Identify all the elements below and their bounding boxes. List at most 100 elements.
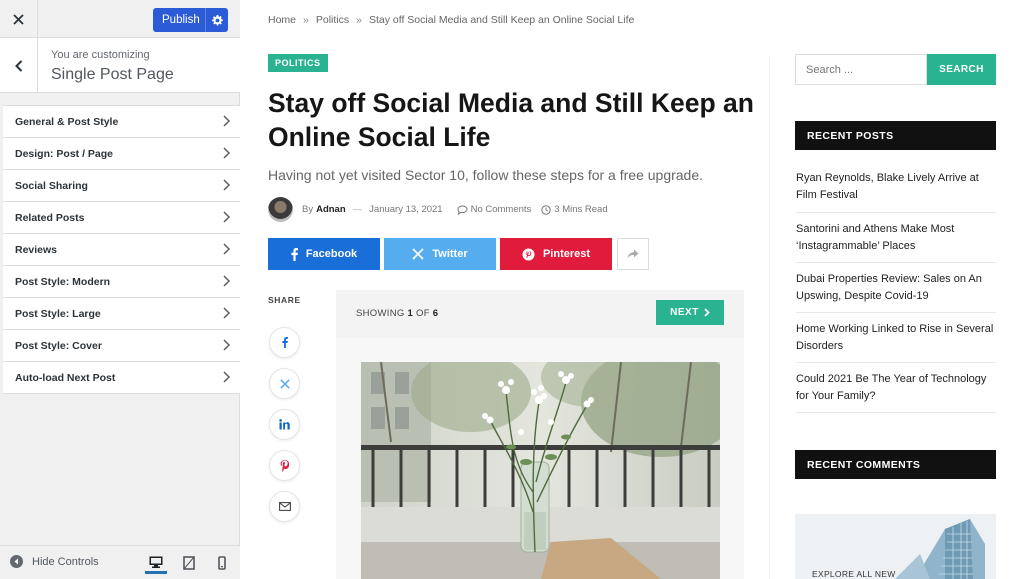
close-customizer-button[interactable] xyxy=(0,0,38,38)
sidebar-image-caption: EXPLORE ALL NEW xyxy=(812,569,896,579)
gear-icon xyxy=(211,14,223,25)
recent-post-link[interactable]: Ryan Reynolds, Blake Lively Arrive at Fi… xyxy=(796,163,996,213)
vertical-share-facebook[interactable] xyxy=(269,327,300,358)
section-general-post-style[interactable]: General & Post Style xyxy=(3,106,240,138)
close-icon xyxy=(13,13,24,25)
vertical-share-email[interactable] xyxy=(269,491,300,522)
section-design-post-page[interactable]: Design: Post / Page xyxy=(3,138,240,170)
facebook-label: Facebook xyxy=(305,248,358,260)
preview-tablet-button[interactable] xyxy=(178,552,200,574)
vertical-share-linkedin[interactable] xyxy=(269,409,300,440)
post-title: Stay off Social Media and Still Keep an … xyxy=(268,88,754,152)
author-avatar[interactable] xyxy=(268,197,293,222)
desktop-icon xyxy=(149,556,163,568)
share-facebook-button[interactable]: Facebook xyxy=(268,238,380,270)
x-twitter-icon xyxy=(412,248,424,260)
chevron-right-icon xyxy=(223,339,230,351)
breadcrumb-home-link[interactable]: Home xyxy=(268,14,296,26)
section-label: Related Posts xyxy=(15,211,85,224)
section-reviews[interactable]: Reviews xyxy=(3,234,240,266)
section-label: Post Style: Large xyxy=(15,307,101,320)
section-label: Social Sharing xyxy=(15,179,88,192)
breadcrumb-category-link[interactable]: Politics xyxy=(316,14,349,26)
breadcrumb: Home » Politics » Stay off Social Media … xyxy=(268,14,634,26)
gallery-total: 6 xyxy=(432,308,439,319)
back-button[interactable] xyxy=(0,38,38,93)
section-post-style-cover[interactable]: Post Style: Cover xyxy=(3,330,240,362)
preview-desktop-button[interactable] xyxy=(145,552,167,574)
content-divider xyxy=(769,55,770,579)
breadcrumb-current: Stay off Social Media and Still Keep an … xyxy=(368,14,635,26)
customizer-panel: Publish You are customizing Single Post … xyxy=(0,0,240,579)
gallery-image[interactable] xyxy=(361,362,720,579)
linkedin-icon xyxy=(279,419,290,430)
customizer-footer: Hide Controls xyxy=(0,545,240,579)
recent-posts-list: Ryan Reynolds, Blake Lively Arrive at Fi… xyxy=(796,163,996,413)
post-meta: By Adnan — January 13, 2021 No Comments … xyxy=(302,204,608,215)
section-title: Single Post Page xyxy=(51,66,174,83)
chevron-right-icon xyxy=(223,243,230,255)
section-label: Reviews xyxy=(15,243,58,256)
hide-controls-button[interactable]: Hide Controls xyxy=(10,555,99,568)
section-post-style-modern[interactable]: Post Style: Modern xyxy=(3,266,240,298)
share-pinterest-button[interactable]: Pinterest xyxy=(500,238,612,270)
meta-separator: — xyxy=(352,204,363,215)
recent-post-link[interactable]: Santorini and Athens Make Most ‘Instagra… xyxy=(796,213,996,263)
share-label: SHARE xyxy=(268,295,301,305)
section-label: Design: Post / Page xyxy=(15,147,114,160)
section-auto-load-next-post[interactable]: Auto-load Next Post xyxy=(3,362,240,394)
category-badge[interactable]: POLITICS xyxy=(268,54,328,72)
section-post-style-large[interactable]: Post Style: Large xyxy=(3,298,240,330)
comments-link[interactable]: No Comments xyxy=(471,204,532,215)
by-label: By xyxy=(302,204,314,215)
comment-icon xyxy=(457,204,468,215)
chevron-right-icon xyxy=(223,179,230,191)
chevron-right-icon xyxy=(704,308,710,317)
facebook-icon xyxy=(281,337,288,348)
gallery-next-button[interactable]: NEXT xyxy=(656,300,724,325)
section-label: Auto-load Next Post xyxy=(15,371,116,384)
vase-flowers-image xyxy=(361,362,720,579)
next-label: NEXT xyxy=(670,307,699,318)
search-button[interactable]: SEARCH xyxy=(927,54,996,85)
tablet-icon xyxy=(183,556,195,570)
recent-comments-title: RECENT COMMENTS xyxy=(795,450,996,479)
section-social-sharing[interactable]: Social Sharing xyxy=(3,170,240,202)
facebook-icon xyxy=(291,247,298,261)
section-label: Post Style: Modern xyxy=(15,275,111,288)
read-time: 3 Mins Read xyxy=(554,204,608,215)
customizing-label: You are customizing xyxy=(51,49,150,61)
hide-controls-label: Hide Controls xyxy=(32,555,99,568)
publish-settings-button[interactable] xyxy=(205,8,228,32)
vertical-share-pinterest[interactable] xyxy=(269,450,300,481)
section-label: Post Style: Cover xyxy=(15,339,102,352)
recent-posts-title: RECENT POSTS xyxy=(795,121,996,150)
pinterest-label: Pinterest xyxy=(542,248,591,260)
section-header: You are customizing Single Post Page xyxy=(0,38,240,93)
share-arrow-icon xyxy=(627,249,639,259)
clock-icon xyxy=(541,204,551,215)
sidebar-ad-image[interactable]: EXPLORE ALL NEW xyxy=(795,514,996,579)
recent-post-link[interactable]: Dubai Properties Review: Sales on An Ups… xyxy=(796,263,996,313)
recent-post-link[interactable]: Could 2021 Be The Year of Technology for… xyxy=(796,363,996,413)
chevron-right-icon xyxy=(223,115,230,127)
chevron-right-icon xyxy=(223,275,230,287)
chevron-right-icon xyxy=(223,307,230,319)
preview-mobile-button[interactable] xyxy=(211,552,233,574)
publish-label: Publish xyxy=(162,14,200,26)
search-input[interactable] xyxy=(795,54,927,85)
author-link[interactable]: Adnan xyxy=(316,204,346,215)
pinterest-icon xyxy=(522,248,535,260)
publish-button[interactable]: Publish xyxy=(153,8,228,32)
section-related-posts[interactable]: Related Posts xyxy=(3,202,240,234)
twitter-label: Twitter xyxy=(432,248,468,260)
chevron-right-icon xyxy=(223,211,230,223)
recent-post-link[interactable]: Home Working Linked to Rise in Several D… xyxy=(796,313,996,363)
share-more-button[interactable] xyxy=(617,238,649,270)
vertical-share-twitter[interactable] xyxy=(269,368,300,399)
section-list: General & Post Style Design: Post / Page… xyxy=(3,105,240,394)
chevron-left-icon xyxy=(14,59,22,72)
breadcrumb-separator: » xyxy=(356,14,362,26)
app-window: Publish You are customizing Single Post … xyxy=(0,0,1024,579)
share-twitter-button[interactable]: Twitter xyxy=(384,238,496,270)
